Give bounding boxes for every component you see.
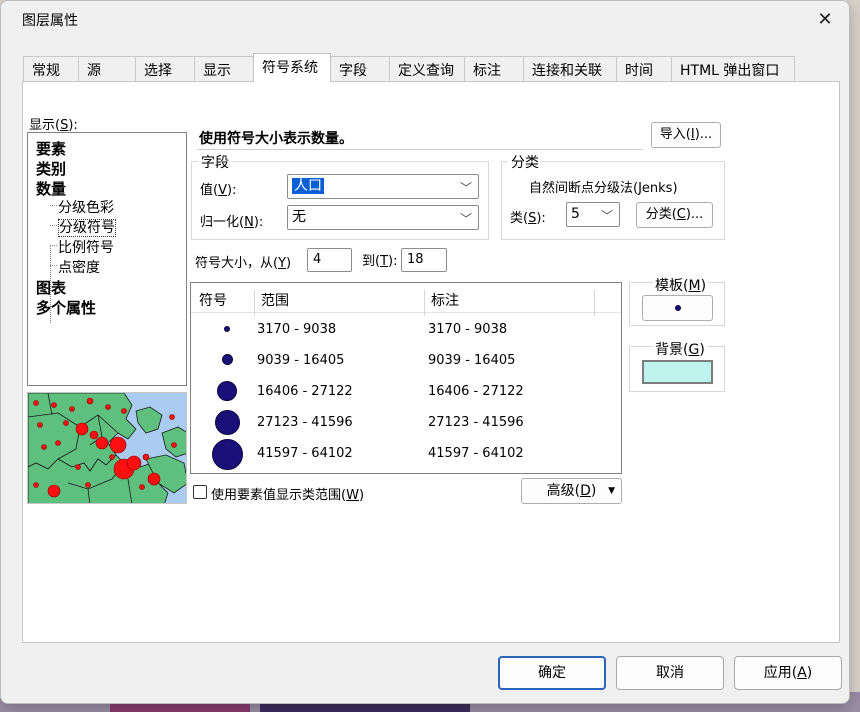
class-symbol[interactable]: [217, 381, 237, 401]
tab-selection[interactable]: 选择: [135, 56, 195, 82]
show-item-dot-density[interactable]: 点密度: [58, 257, 100, 277]
class-range[interactable]: 41597 - 64102: [257, 446, 353, 461]
column-header-label[interactable]: 标注: [431, 290, 459, 310]
symbol-size-to-input[interactable]: 18: [401, 248, 447, 272]
renderer-description: 使用符号大小表示数量。: [197, 122, 643, 150]
ok-button[interactable]: 确定: [498, 656, 606, 690]
symbology-preview-map: [27, 392, 187, 504]
class-label[interactable]: 9039 - 16405: [428, 353, 515, 368]
table-row[interactable]: 3170 - 9038 3170 - 9038: [191, 314, 621, 345]
table-row[interactable]: 9039 - 16405 9039 - 16405: [191, 345, 621, 376]
classification-group: 分类: [501, 152, 725, 240]
table-row[interactable]: 41597 - 64102 41597 - 64102: [191, 438, 621, 470]
tree-connector: [50, 245, 57, 246]
classification-group-title: 分类: [508, 152, 542, 172]
tab-definition-query[interactable]: 定义查询: [389, 56, 465, 82]
class-range[interactable]: 9039 - 16405: [257, 353, 344, 368]
symbol-size-to-label: 到(T):: [362, 254, 398, 269]
class-symbol[interactable]: [215, 410, 240, 435]
class-label[interactable]: 16406 - 27122: [428, 384, 524, 399]
show-label: 显示(S):: [29, 118, 78, 133]
chevron-down-icon: ﹀: [600, 209, 613, 223]
tree-connector: [50, 225, 57, 226]
classify-button[interactable]: 分类(C)...: [636, 202, 713, 228]
tab-time[interactable]: 时间: [616, 56, 672, 82]
fields-group-title: 字段: [198, 152, 232, 172]
chevron-down-icon: ﹀: [459, 181, 472, 195]
column-header-range[interactable]: 范围: [261, 290, 289, 310]
class-label[interactable]: 41597 - 64102: [428, 446, 524, 461]
table-header: 符号 范围 标注: [191, 283, 621, 316]
symbol-size-from-input[interactable]: 4: [307, 248, 352, 272]
background-color-swatch[interactable]: [642, 360, 713, 384]
background-label: 背景(G): [653, 339, 707, 359]
show-item-multiple-attributes[interactable]: 多个属性: [36, 297, 96, 318]
table-row[interactable]: 27123 - 41596 27123 - 41596: [191, 407, 621, 438]
tab-display[interactable]: 显示: [194, 56, 254, 82]
value-field-select[interactable]: 人口 ﹀: [287, 174, 479, 199]
close-icon[interactable]: ✕: [813, 9, 837, 33]
cancel-button[interactable]: 取消: [616, 656, 724, 690]
show-item-features[interactable]: 要素: [36, 138, 66, 159]
normalization-select[interactable]: 无 ﹀: [287, 205, 479, 230]
tab-labels[interactable]: 标注: [464, 56, 524, 82]
show-item-graduated-colors[interactable]: 分级色彩: [58, 197, 114, 217]
table-row[interactable]: 16406 - 27122 16406 - 27122: [191, 376, 621, 407]
class-symbol[interactable]: [212, 439, 243, 470]
show-item-charts[interactable]: 图表: [36, 277, 66, 298]
class-symbol[interactable]: [224, 326, 230, 332]
class-range[interactable]: 16406 - 27122: [257, 384, 353, 399]
tab-symbology[interactable]: 符号系统: [253, 53, 331, 82]
classification-method: 自然间断点分级法(Jenks): [529, 181, 678, 196]
template-label: 模板(M): [653, 275, 709, 295]
symbology-panel: 显示(S): 要素 类别 数量 分级色彩 分级符号 比例符号 点密度 图表 多个…: [22, 81, 840, 643]
tab-strip: 常规 源 选择 显示 符号系统 字段 定义查询 标注 连接和关联 时间 HTML…: [23, 53, 795, 82]
tree-connector: [50, 265, 57, 266]
classes-label: 类(S):: [510, 211, 546, 226]
background-group: 背景(G): [629, 339, 725, 392]
tree-connector: [50, 205, 57, 206]
use-feature-values-checkbox[interactable]: [193, 485, 207, 499]
normalization-label: 归一化(N):: [200, 215, 264, 230]
tab-source[interactable]: 源: [78, 56, 136, 82]
use-feature-values-label[interactable]: 使用要素值显示类范围(W): [211, 484, 364, 503]
symbol-size-from-label: 符号大小，从(Y): [195, 256, 292, 271]
tab-fields[interactable]: 字段: [330, 56, 390, 82]
class-range[interactable]: 27123 - 41596: [257, 415, 353, 430]
classes-count-select[interactable]: 5 ﹀: [566, 202, 620, 227]
advanced-button[interactable]: 高级(D) ▼: [521, 478, 622, 504]
window-title: 图层属性: [22, 13, 78, 29]
tab-general[interactable]: 常规: [23, 56, 79, 82]
class-label[interactable]: 27123 - 41596: [428, 415, 524, 430]
apply-button[interactable]: 应用(A): [734, 656, 842, 690]
show-item-categories[interactable]: 类别: [36, 158, 66, 179]
tab-html-popup[interactable]: HTML 弹出窗口: [671, 56, 795, 82]
tab-joins-relates[interactable]: 连接和关联: [523, 56, 617, 82]
show-tree: 要素 类别 数量 分级色彩 分级符号 比例符号 点密度 图表 多个属性: [27, 132, 187, 386]
show-item-proportional-symbols[interactable]: 比例符号: [58, 237, 114, 257]
class-symbol[interactable]: [222, 354, 233, 365]
show-item-quantities[interactable]: 数量: [36, 178, 66, 199]
chevron-down-icon: ﹀: [459, 212, 472, 226]
title-bar: 图层属性 ✕: [1, 1, 849, 39]
value-label: 值(V):: [200, 183, 237, 198]
class-label[interactable]: 3170 - 9038: [428, 322, 507, 337]
column-header-symbol[interactable]: 符号: [199, 290, 227, 310]
template-symbol-button[interactable]: [642, 295, 713, 321]
template-group: 模板(M): [629, 275, 725, 326]
import-button[interactable]: 导入(I)...: [651, 122, 721, 148]
show-item-graduated-symbols[interactable]: 分级符号: [58, 217, 116, 237]
template-symbol: [675, 305, 681, 311]
symbol-class-table: 符号 范围 标注 3170 - 9038 3170 - 9038 9039 - …: [190, 282, 622, 474]
class-range[interactable]: 3170 - 9038: [257, 322, 336, 337]
dropdown-arrow-icon: ▼: [608, 486, 615, 496]
layer-properties-dialog: 图层属性 ✕ 常规 源 选择 显示 符号系统 字段 定义查询 标注 连接和关联 …: [0, 0, 850, 704]
